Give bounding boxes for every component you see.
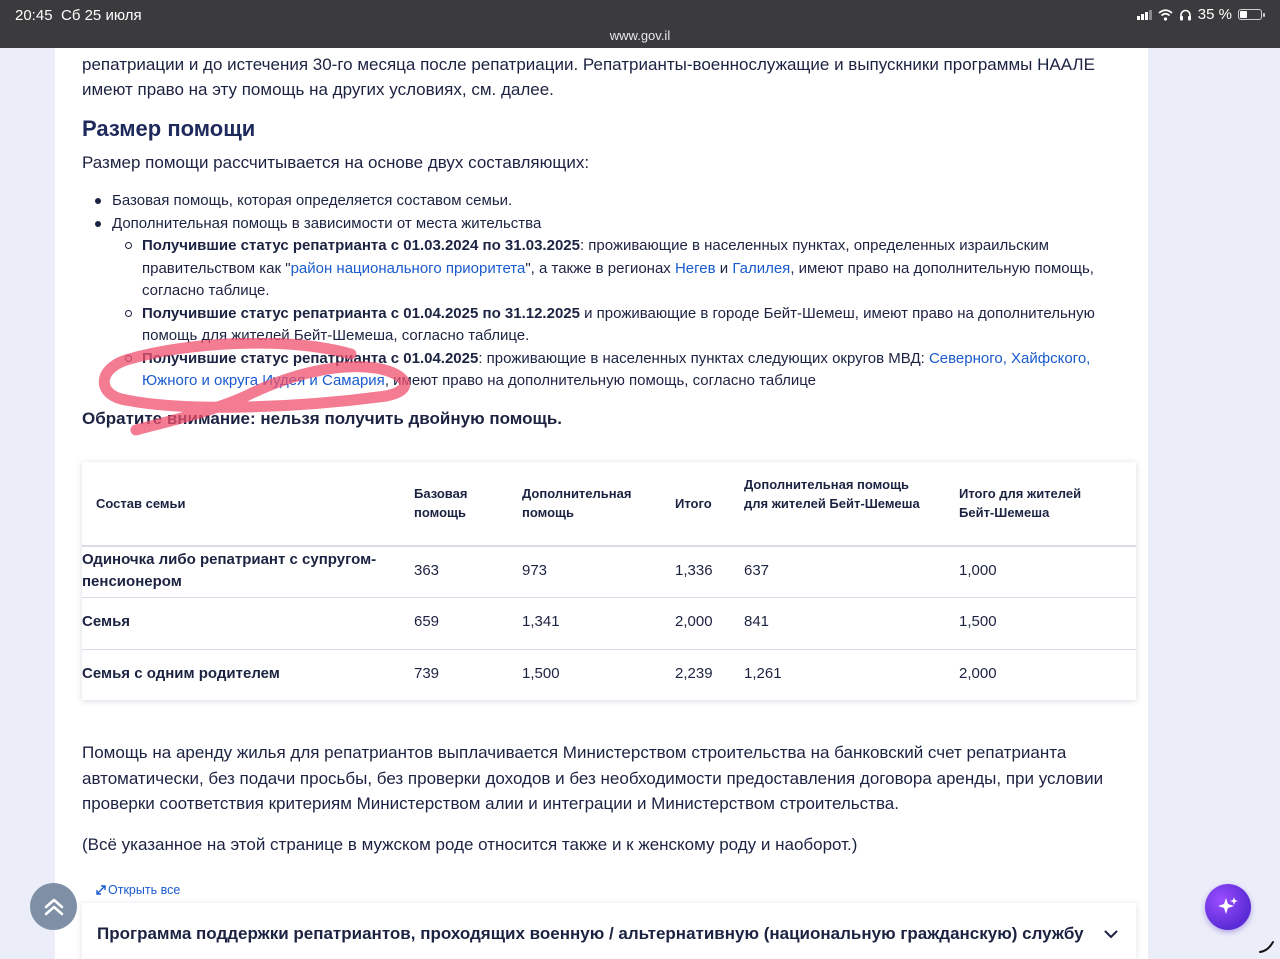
- table-cell: Семья: [82, 613, 131, 630]
- open-all-label: Открыть все: [108, 883, 181, 897]
- table-cell: 1,336: [675, 562, 713, 579]
- table-cell: 2,000: [675, 613, 713, 630]
- status-bar: 20:45 Сб 25 июля 35 % www.gov.il: [0, 0, 1280, 48]
- headphones-icon: [1179, 9, 1191, 21]
- expand-icon: [96, 885, 106, 895]
- table-cell: 973: [522, 562, 548, 579]
- sparkle-icon: [1218, 897, 1238, 914]
- table-cell: 637: [744, 562, 770, 579]
- list-item: Получившие статус репатрианта с 01.04.20…: [112, 303, 1142, 348]
- lead-paragraph: Размер помощи рассчитывается на основе д…: [82, 153, 590, 172]
- open-all-link[interactable]: Открыть все: [96, 883, 180, 897]
- link-galilee[interactable]: Галилея: [732, 260, 790, 277]
- chevron-down-icon[interactable]: [1104, 930, 1118, 939]
- link-negev[interactable]: Негев: [675, 260, 716, 277]
- aid-components-list: Базовая помощь, которая определяется сос…: [82, 190, 1142, 393]
- note-double-aid: Обратите внимание: нельзя получить двойн…: [82, 409, 563, 428]
- table-cell: 1,500: [522, 665, 560, 682]
- sublist: Получившие статус репатрианта с 01.03.20…: [112, 235, 1142, 393]
- table-cell: 2,000: [959, 665, 997, 682]
- table-header: Состав семьи: [96, 496, 186, 511]
- table-cell: 841: [744, 613, 770, 630]
- resize-handle-icon: [1259, 941, 1274, 953]
- gender-note: (Всё указанное на этой странице в мужско…: [82, 835, 858, 854]
- table-header: Итого: [675, 496, 712, 511]
- table-cell: 1,261: [744, 665, 782, 682]
- status-indicators: 35 %: [1136, 6, 1265, 23]
- header-divider: [82, 545, 1136, 547]
- status-date: Сб 25 июля: [61, 7, 142, 24]
- aid-table: Состав семьи Базовая помощь Дополнительн…: [82, 462, 1136, 700]
- wifi-icon: [1158, 8, 1173, 21]
- table-cell: 2,239: [675, 665, 713, 682]
- rent-aid-paragraph: Помощь на аренду жилья для репатриантов …: [82, 743, 1104, 813]
- table-cell: Одиночка либо репатриант с супругом-пенс…: [82, 551, 377, 590]
- table-cell: 1,000: [959, 562, 997, 579]
- accordion-title: Программа поддержки репатриантов, проход…: [97, 924, 1084, 943]
- scroll-top-icon: [44, 898, 63, 915]
- battery-percent: 35 %: [1197, 6, 1232, 23]
- signal-icon: [1136, 9, 1152, 20]
- table-cell: Семья с одним родителем: [82, 665, 280, 682]
- battery-icon: [1238, 9, 1265, 20]
- link-national-priority[interactable]: район национального приоритета: [291, 260, 526, 277]
- row-divider: [82, 649, 1136, 650]
- table-header: Дополнительная помощь для жителей Бейт-Ш…: [744, 477, 920, 511]
- ai-assistant-button[interactable]: [1205, 884, 1251, 930]
- section-title: Размер помощи: [82, 116, 256, 141]
- table-cell: 1,341: [522, 613, 560, 630]
- table-header: Дополнительная помощь: [522, 486, 632, 520]
- url-bar[interactable]: www.gov.il: [0, 28, 1280, 43]
- list-item: Получившие статус репатрианта с 01.04.20…: [112, 348, 1142, 393]
- scroll-top-button[interactable]: [30, 883, 77, 930]
- table-cell: 1,500: [959, 613, 997, 630]
- table-header: Базовая помощь: [414, 486, 468, 520]
- table-header: Итого для жителей Бейт-Шемеша: [959, 486, 1082, 520]
- list-item: Получившие статус репатрианта с 01.03.20…: [112, 235, 1142, 303]
- accordion-military-support[interactable]: Программа поддержки репатриантов, проход…: [82, 903, 1136, 959]
- row-divider: [82, 597, 1136, 598]
- table-cell: 363: [414, 562, 440, 579]
- status-time: 20:45: [15, 7, 53, 24]
- table-cell: 739: [414, 665, 440, 682]
- table-cell: 659: [414, 613, 440, 630]
- list-item: Дополнительная помощь в зависимости от м…: [82, 213, 1142, 393]
- intro-paragraph: репатриации и до истечения 30-го месяца …: [82, 55, 1095, 99]
- list-item: Базовая помощь, которая определяется сос…: [82, 190, 1142, 213]
